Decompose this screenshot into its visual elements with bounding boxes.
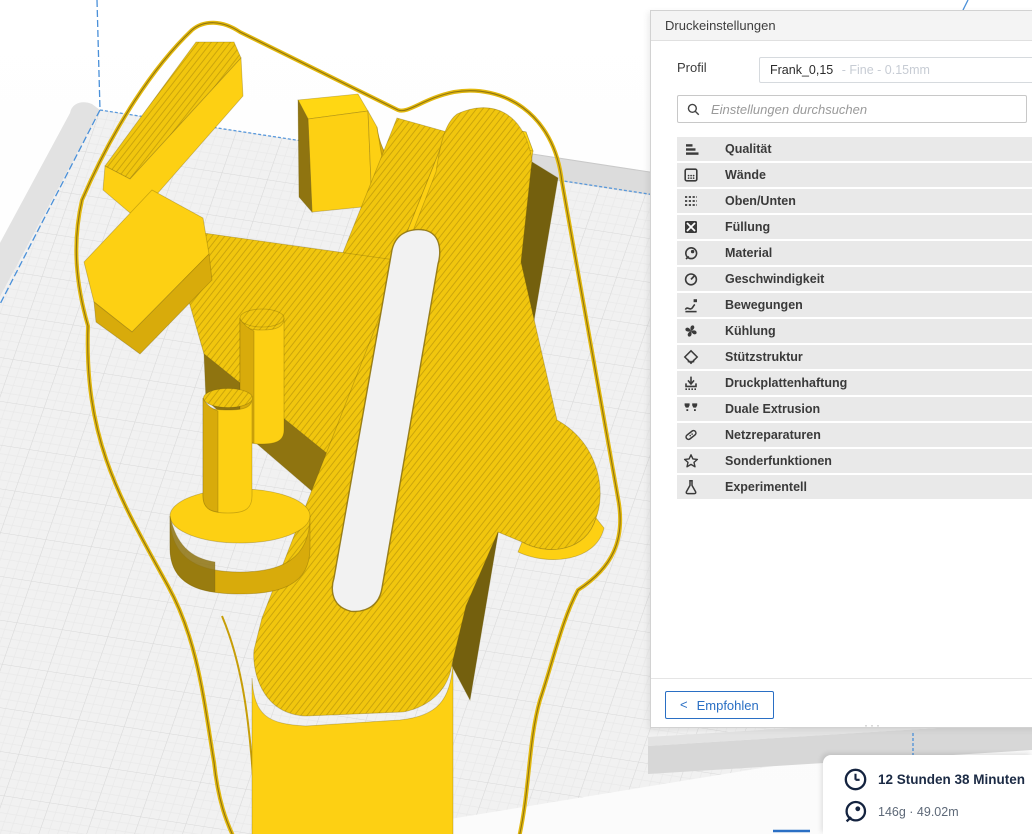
travel-moves-icon — [684, 299, 697, 313]
experimental-flask-icon — [685, 480, 697, 495]
category-mesh-fixes[interactable]: Netzreparaturen — [677, 423, 1032, 447]
quality-layers-icon — [686, 144, 699, 155]
profile-name: Frank_0,15 — [770, 63, 834, 77]
mesh-fixes-icon — [685, 429, 697, 441]
profile-label: Profil — [677, 60, 707, 75]
print-summary-card: 12 Stunden 38 Minuten 146g · 49.02m — [823, 755, 1032, 834]
category-label: Druckplattenhaftung — [725, 376, 848, 390]
recommended-mode-button[interactable]: < Empfohlen — [665, 691, 774, 719]
top-bottom-icon — [685, 196, 697, 206]
search-input[interactable] — [709, 100, 1018, 118]
search-icon — [687, 103, 700, 115]
category-cooling[interactable]: Kühlung — [677, 319, 1032, 343]
panel-resize-grip[interactable]: ··· — [864, 718, 882, 732]
category-special-modes[interactable]: Sonderfunktionen — [677, 449, 1032, 473]
category-label: Kühlung — [725, 324, 776, 338]
print-time-row: 12 Stunden 38 Minuten — [843, 767, 1025, 792]
spool-icon — [845, 800, 867, 823]
category-material[interactable]: Material — [677, 241, 1032, 265]
category-label: Netzreparaturen — [725, 428, 821, 442]
panel-title: Druckeinstellungen — [651, 11, 1032, 41]
category-quality[interactable]: Qualität — [677, 137, 1032, 161]
special-modes-star-icon — [683, 454, 699, 468]
settings-category-list: Qualität Wände Oben/Unten Füllung Materi… — [677, 137, 1032, 501]
profile-dropdown[interactable]: Frank_0,15 - Fine - 0.15mm — [759, 57, 1032, 83]
category-label: Experimentell — [725, 480, 807, 494]
cura-window: { "panel": { "title": "Druckeinstellunge… — [0, 0, 1032, 834]
infill-icon — [685, 221, 697, 233]
print-settings-panel: Druckeinstellungen Profil Frank_0,15 - F… — [650, 10, 1032, 732]
dual-extrusion-icon — [684, 403, 698, 411]
category-experimental[interactable]: Experimentell — [677, 475, 1032, 499]
material-usage-value: 146g · 49.02m — [878, 804, 959, 819]
category-label: Geschwindigkeit — [725, 272, 825, 286]
material-spool-icon — [684, 246, 698, 260]
category-label: Füllung — [725, 220, 771, 234]
category-adhesion[interactable]: Druckplattenhaftung — [677, 371, 1032, 395]
speed-gauge-icon — [684, 273, 698, 286]
category-dual-extrusion[interactable]: Duale Extrusion — [677, 397, 1032, 421]
category-label: Stützstruktur — [725, 350, 803, 364]
panel-separator — [651, 678, 1032, 679]
category-infill[interactable]: Füllung — [677, 215, 1032, 239]
walls-icon — [684, 168, 698, 182]
settings-search — [677, 95, 1027, 123]
category-label: Material — [725, 246, 773, 260]
support-icon — [683, 349, 699, 365]
recommended-label: Empfohlen — [696, 697, 759, 713]
print-time-value: 12 Stunden 38 Minuten — [878, 772, 1026, 787]
category-travel[interactable]: Bewegungen — [677, 293, 1032, 317]
category-support[interactable]: Stützstruktur — [677, 345, 1032, 369]
category-walls[interactable]: Wände — [677, 163, 1032, 187]
adhesion-icon — [685, 376, 697, 390]
cooling-fan-icon — [685, 325, 697, 337]
category-label: Sonderfunktionen — [725, 454, 832, 468]
category-label: Duale Extrusion — [725, 402, 821, 416]
chevron-left-icon: < — [680, 696, 688, 712]
material-usage-row: 146g · 49.02m — [843, 799, 959, 824]
profile-suffix: - Fine - 0.15mm — [838, 63, 930, 77]
category-top-bottom[interactable]: Oben/Unten — [677, 189, 1032, 213]
category-speed[interactable]: Geschwindigkeit — [677, 267, 1032, 291]
category-label: Bewegungen — [725, 298, 803, 312]
category-label: Qualität — [725, 142, 772, 156]
category-label: Oben/Unten — [725, 194, 796, 208]
category-label: Wände — [725, 168, 766, 182]
clock-icon — [844, 768, 867, 791]
